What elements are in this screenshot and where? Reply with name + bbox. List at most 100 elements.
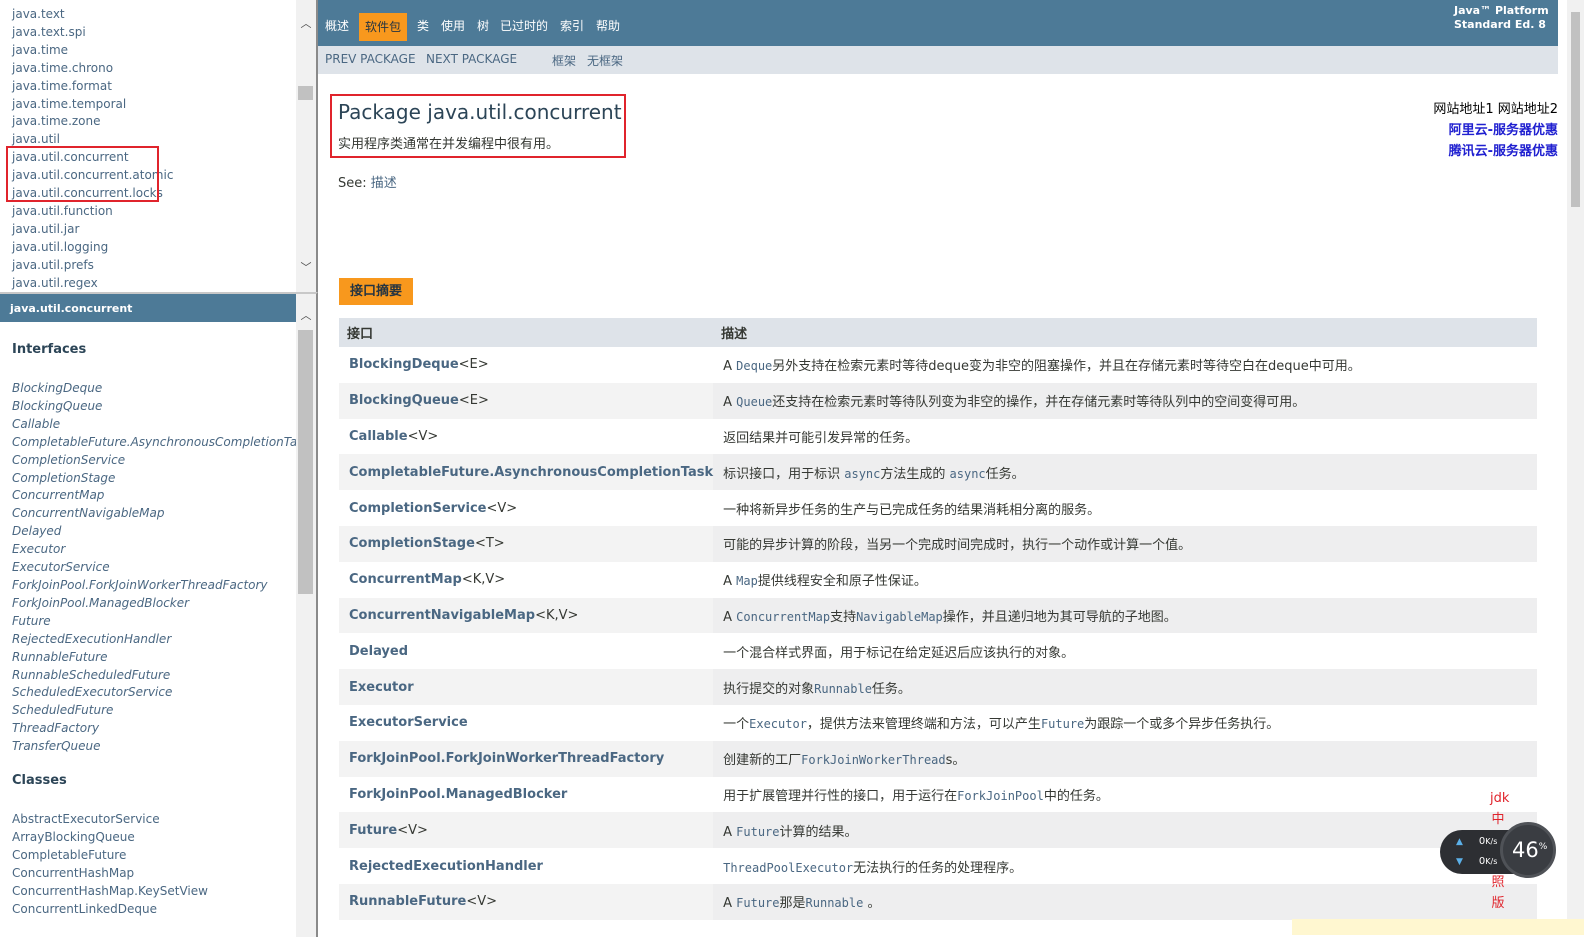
interface-link[interactable]: Callable <box>349 429 408 444</box>
code-reference[interactable]: async <box>844 467 880 481</box>
class-link[interactable]: ConcurrentHashMap <box>12 865 208 883</box>
interface-link[interactable]: CompletionService <box>349 501 487 516</box>
nav-package[interactable]: 软件包 <box>359 13 408 41</box>
class-link[interactable]: ConcurrentHashMap.KeySetView <box>12 883 208 901</box>
scroll-up-icon[interactable]: ︿ <box>299 310 313 322</box>
current-package-link[interactable]: java.util.concurrent <box>10 302 132 315</box>
code-reference[interactable]: Runnable <box>806 896 864 910</box>
interface-link[interactable]: ConcurrentNavigableMap <box>12 505 310 523</box>
interface-link[interactable]: Callable <box>12 416 310 434</box>
interface-link[interactable]: TransferQueue <box>12 738 310 756</box>
package-link[interactable]: java.util.prefs <box>12 257 173 275</box>
code-reference[interactable]: Deque <box>736 359 772 373</box>
see-description-link[interactable]: 描述 <box>371 176 397 191</box>
interface-link[interactable]: ForkJoinPool.ManagedBlocker <box>12 595 310 613</box>
interface-link[interactable]: Delayed <box>349 644 408 659</box>
interface-link[interactable]: BlockingDeque <box>12 380 310 398</box>
interface-link[interactable]: ConcurrentMap <box>12 487 310 505</box>
nav-tree[interactable]: 树 <box>477 13 489 39</box>
code-reference[interactable]: Runnable <box>814 682 872 696</box>
interface-link[interactable]: RejectedExecutionHandler <box>349 859 543 874</box>
frames-link[interactable]: 框架 <box>552 52 576 69</box>
interface-link[interactable]: ExecutorService <box>12 559 310 577</box>
ad-link-aliyun[interactable]: 阿里云-服务器优惠 <box>1449 123 1558 138</box>
interface-link[interactable]: ForkJoinPool.ManagedBlocker <box>349 787 567 802</box>
package-link[interactable]: java.time.temporal <box>12 96 173 114</box>
code-reference[interactable]: ConcurrentMap <box>736 610 830 624</box>
interface-link[interactable]: ForkJoinPool.ForkJoinWorkerThreadFactory <box>12 577 310 595</box>
interface-link[interactable]: Delayed <box>12 523 310 541</box>
package-link[interactable]: java.time.format <box>12 78 173 96</box>
code-reference[interactable]: NavigableMap <box>856 610 943 624</box>
classes-scroll-thumb[interactable] <box>298 330 313 594</box>
ad-links: 网站地址1 网站地址2 阿里云-服务器优惠 腾讯云-服务器优惠 <box>1433 99 1558 162</box>
interface-link[interactable]: RunnableFuture <box>349 894 466 909</box>
code-reference[interactable]: Executor <box>749 717 807 731</box>
interface-link[interactable]: Executor <box>349 680 414 695</box>
nav-overview[interactable]: 概述 <box>325 13 349 39</box>
cpu-gauge[interactable]: 46% <box>1500 822 1556 878</box>
package-link[interactable]: java.text <box>12 6 173 24</box>
scroll-up-icon[interactable]: ︿ <box>299 18 313 30</box>
package-link[interactable]: java.util.regex <box>12 275 173 292</box>
interface-link[interactable]: CompletionStage <box>349 536 475 551</box>
interface-link[interactable]: Future <box>12 613 310 631</box>
package-link[interactable]: java.text.spi <box>12 24 173 42</box>
interface-link[interactable]: BlockingDeque <box>349 357 459 372</box>
main-scrollbar[interactable] <box>1567 0 1584 935</box>
nav-use[interactable]: 使用 <box>441 13 465 39</box>
interface-link[interactable]: ConcurrentMap <box>349 572 462 587</box>
interface-link[interactable]: ThreadFactory <box>12 720 310 738</box>
interface-link[interactable]: CompletableFuture.AsynchronousCompletion… <box>349 465 713 480</box>
code-reference[interactable]: Map <box>736 574 758 588</box>
interface-link[interactable]: Executor <box>12 541 310 559</box>
interface-link[interactable]: Future <box>349 823 397 838</box>
class-link[interactable]: ArrayBlockingQueue <box>12 829 208 847</box>
scroll-down-icon[interactable]: ﹀ <box>299 262 313 274</box>
code-reference[interactable]: ForkJoinWorkerThread <box>801 753 946 767</box>
code-reference[interactable]: Future <box>736 896 779 910</box>
prev-package-link[interactable]: PREV PACKAGE <box>325 52 416 66</box>
code-reference[interactable]: Future <box>736 825 779 839</box>
code-reference[interactable]: ThreadPoolExecutor <box>723 861 853 875</box>
interface-link[interactable]: RunnableFuture <box>12 649 310 667</box>
package-link[interactable]: java.util.jar <box>12 221 173 239</box>
interface-link[interactable]: ScheduledFuture <box>12 702 310 720</box>
interface-link[interactable]: CompletionService <box>12 452 310 470</box>
interface-link[interactable]: CompletableFuture.AsynchronousCompletion… <box>12 434 310 452</box>
interface-link[interactable]: CompletionStage <box>12 470 310 488</box>
class-link[interactable]: CompletableFuture <box>12 847 208 865</box>
packages-scroll-thumb[interactable] <box>298 86 313 100</box>
nav-index[interactable]: 索引 <box>560 13 584 39</box>
interface-link[interactable]: BlockingQueue <box>12 398 310 416</box>
next-package-link[interactable]: NEXT PACKAGE <box>426 52 517 66</box>
interface-link[interactable]: ScheduledExecutorService <box>12 684 310 702</box>
package-link[interactable]: java.util.logging <box>12 239 173 257</box>
nav-deprecated[interactable]: 已过时的 <box>500 13 548 39</box>
interface-link[interactable]: BlockingQueue <box>349 393 459 408</box>
no-frames-link[interactable]: 无框架 <box>587 52 623 69</box>
class-link[interactable]: AbstractExecutorService <box>12 811 208 829</box>
interface-link[interactable]: RunnableScheduledFuture <box>12 667 310 685</box>
package-link[interactable]: java.time <box>12 42 173 60</box>
interface-link[interactable]: ForkJoinPool.ForkJoinWorkerThreadFactory <box>349 751 664 766</box>
interface-link[interactable]: ConcurrentNavigableMap <box>349 608 535 623</box>
ad-link-tencent[interactable]: 腾讯云-服务器优惠 <box>1449 144 1558 159</box>
main-scroll-thumb[interactable] <box>1571 12 1580 207</box>
code-reference[interactable]: ForkJoinPool <box>957 789 1044 803</box>
nav-help[interactable]: 帮助 <box>596 13 620 39</box>
table-row: RunnableFuture<V> A Future那是Runnable 。 <box>339 883 1537 920</box>
nav-class[interactable]: 类 <box>417 13 429 39</box>
package-link[interactable]: java.util.function <box>12 203 173 221</box>
package-link[interactable]: java.time.chrono <box>12 60 173 78</box>
code-reference[interactable]: async <box>950 467 986 481</box>
interface-link[interactable]: RejectedExecutionHandler <box>12 631 310 649</box>
interface-link[interactable]: ExecutorService <box>349 715 468 730</box>
code-reference[interactable]: Queue <box>736 395 772 409</box>
packages-scrollbar[interactable]: ︿ ﹀ <box>296 0 316 292</box>
classes-scrollbar[interactable]: ︿ <box>296 294 316 937</box>
code-reference[interactable]: Future <box>1041 717 1084 731</box>
network-speed-widget[interactable]: ▲ 0K/s ▼ 0K/s 46% <box>1440 822 1556 878</box>
class-link[interactable]: ConcurrentLinkedDeque <box>12 901 208 919</box>
package-link[interactable]: java.time.zone <box>12 113 173 131</box>
